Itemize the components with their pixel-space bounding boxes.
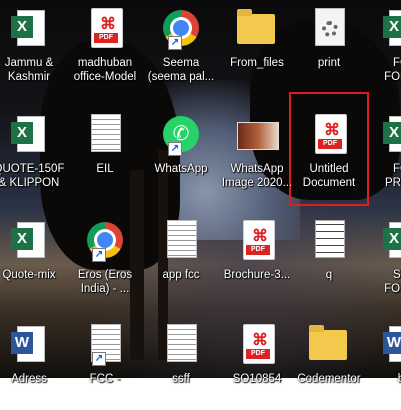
desktop-icon-label: SU FORM	[384, 269, 401, 295]
shortcut-arrow-icon: ↗	[168, 36, 182, 50]
image-icon	[235, 114, 279, 162]
desktop-icon-label: app fcc	[162, 269, 200, 281]
desktop-icon-label: FO FORM	[384, 57, 401, 83]
desktop-icon[interactable]: X Quote-mix	[0, 214, 66, 306]
pdf-icon: ⌘ PDF	[307, 114, 351, 162]
pdf-icon: ⌘ PDF	[235, 324, 279, 372]
scan-doc-icon	[307, 220, 351, 268]
desktop-icon[interactable]: ↗ Seema (seema pal...	[144, 2, 218, 94]
desktop-icon-label: madhuban office-Model	[73, 57, 137, 83]
desktop-icon[interactable]: ⌘ PDF SO10854	[220, 318, 294, 410]
desktop-icon-label: print	[317, 57, 341, 69]
desktop-icon-label: FCC -	[89, 373, 121, 385]
desktop-icon[interactable]: print	[292, 2, 366, 94]
desktop-icon[interactable]: ⌘ PDF madhuban office-Model	[68, 2, 142, 94]
pdf-icon: ⌘ PDF	[83, 8, 127, 56]
desktop-icon[interactable]: WhatsApp Image 2020...	[220, 108, 294, 200]
desktop-icon-label: EIL	[96, 163, 114, 175]
word-icon: W	[7, 324, 51, 372]
desktop-icon-label: ssff	[172, 373, 190, 385]
shortcut-arrow-icon: ↗	[168, 142, 182, 156]
excel-icon: X	[7, 114, 51, 162]
desktop-icon-label: Codementor	[297, 373, 361, 385]
desktop-icon[interactable]: XFO FORM	[364, 2, 401, 94]
desktop-icon[interactable]: ⌘ PDF Brochure-3...	[220, 214, 294, 306]
desktop-icon[interactable]: Codementor	[292, 318, 366, 410]
excel-icon: X	[379, 114, 401, 162]
shortcut-arrow-icon: ↗	[92, 248, 106, 262]
folder-icon	[235, 8, 279, 56]
desktop-icon[interactable]: Wb	[364, 318, 401, 410]
desktop-icon-label: b	[364, 372, 401, 386]
text-doc-icon	[159, 324, 203, 372]
desktop-icon-label: Quote-mix	[2, 269, 56, 281]
desktop-icon[interactable]: X Jammu & Kashmir	[0, 2, 66, 94]
desktop-icon-label: WhatsApp Image 2020...	[221, 163, 293, 189]
excel-icon: X	[7, 8, 51, 56]
desktop-icon[interactable]: XFO PROF	[364, 108, 401, 200]
desktop-icon-label: q	[325, 269, 333, 281]
excel-icon: X	[7, 220, 51, 268]
desktop-icon[interactable]: ↗ WhatsApp	[144, 108, 218, 200]
desktop-icon[interactable]: q	[292, 214, 366, 306]
excel-icon: X	[379, 8, 401, 56]
desktop-icon-label: Untitled Document	[302, 163, 356, 189]
folder-icon	[307, 324, 351, 372]
desktop-icon[interactable]: XSU FORM	[364, 214, 401, 306]
desktop-icon[interactable]: ssff	[144, 318, 218, 410]
desktop-icon[interactable]: XQUOTE-150F & KLIPPON	[0, 108, 66, 200]
pdf-icon: ⌘ PDF	[235, 220, 279, 268]
text-doc-icon	[159, 220, 203, 268]
text-doc-icon	[83, 114, 127, 162]
desktop-icon[interactable]: W Adress	[0, 318, 66, 410]
excel-icon: X	[379, 220, 401, 268]
desktop-icon-label: Jammu & Kashmir	[4, 57, 54, 83]
desktop-icon-label: FO PROF	[385, 163, 401, 189]
desktop-icon[interactable]: ↗ Eros (Eros India) - ...	[68, 214, 142, 306]
desktop-icon-label: QUOTE-150F & KLIPPON	[0, 163, 65, 189]
desktop-icon-label: Adress	[11, 373, 47, 385]
desktop-icon[interactable]: EIL	[68, 108, 142, 200]
shortcut-arrow-icon: ↗	[92, 352, 106, 366]
desktop-icon-label: From_files	[230, 57, 284, 69]
gear-doc-icon	[307, 8, 351, 56]
desktop-icon-label: SO10854	[232, 373, 282, 385]
word-icon: W	[379, 324, 401, 372]
desktop-icon-label: Eros (Eros India) - ...	[77, 269, 133, 295]
desktop-icon[interactable]: From_files	[220, 2, 294, 94]
desktop-icon-label: Seema (seema pal...	[147, 57, 215, 83]
desktop-icon[interactable]: ↗ FCC -	[68, 318, 142, 410]
desktop-icon-label: Brochure-3...	[223, 269, 291, 281]
desktop-icon[interactable]: app fcc	[144, 214, 218, 306]
desktop-icon[interactable]: ⌘ PDF Untitled Document	[292, 108, 366, 200]
desktop-icon-label: WhatsApp	[154, 163, 208, 175]
